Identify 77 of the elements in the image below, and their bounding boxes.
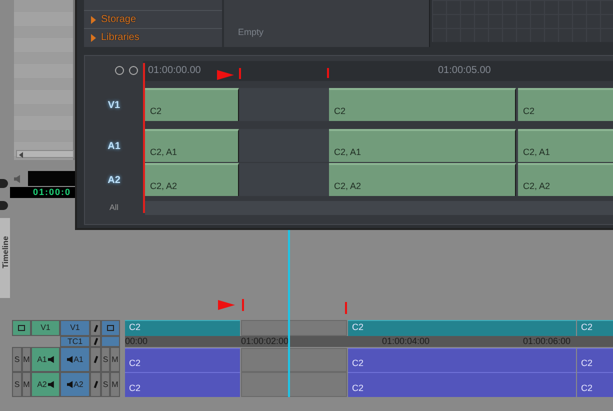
timeline-clip[interactable]: C2	[125, 320, 240, 336]
record-track-label: A2	[74, 378, 84, 390]
speaker-icon	[66, 356, 73, 363]
browser-item-label: Libraries	[101, 31, 140, 45]
marker-line	[242, 299, 244, 311]
browser-item[interactable]: Storage	[84, 10, 222, 28]
timeline-clip[interactable]: C2	[577, 348, 613, 372]
timeline-clip[interactable]: C2	[125, 348, 240, 372]
timeline-clip[interactable]: C2, A1	[145, 129, 239, 162]
empty-label: Empty	[238, 26, 264, 39]
monitor-toggle-button[interactable]	[12, 320, 31, 336]
scroll-bar[interactable]	[16, 150, 74, 158]
speaker-icon	[66, 381, 73, 388]
source-track-button[interactable]: V1	[31, 320, 60, 336]
track-label[interactable]: A1	[85, 139, 143, 154]
solo-button[interactable]: S	[101, 372, 110, 397]
timeline-clip[interactable]: C2, A2	[518, 163, 613, 196]
ruler-timecode: 01:00:06:00	[523, 336, 571, 347]
timeline-clip[interactable]: C2	[145, 88, 239, 121]
source-track-label: A2	[37, 378, 47, 390]
scroll-left-icon[interactable]	[19, 152, 23, 158]
monitor-icon	[107, 325, 114, 331]
timeline-clip[interactable]: C2	[348, 372, 576, 397]
monitor-toggle-button[interactable]	[101, 320, 120, 336]
monitor-field	[28, 171, 75, 186]
timeline-clip[interactable]: C2	[577, 372, 613, 397]
pen-icon	[93, 380, 98, 388]
solo-button[interactable]: S	[12, 372, 22, 397]
edit-lock-button[interactable]	[90, 347, 101, 372]
edit-lock-button[interactable]	[90, 372, 101, 397]
record-track-button[interactable]: V1	[60, 320, 90, 336]
timecode-display: 01:00:0	[10, 187, 75, 198]
timeline-clip[interactable]: C2, A2	[329, 163, 516, 196]
mute-button[interactable]: M	[110, 347, 120, 372]
record-track-button[interactable]: A2	[60, 372, 90, 397]
record-track-label: A1	[74, 354, 84, 366]
track-label[interactable]: A2	[85, 173, 143, 188]
ruler-timecode: 01:00:05.00	[438, 64, 491, 78]
mute-button[interactable]: M	[22, 372, 31, 397]
timeline-clip[interactable]: C2	[518, 88, 613, 121]
solo-button[interactable]: S	[12, 347, 22, 372]
speaker-icon	[48, 381, 54, 388]
source-track-label: A1	[37, 354, 47, 366]
source-track-button[interactable]: A1	[31, 347, 60, 372]
timeline-clip[interactable]: C2	[348, 348, 576, 372]
timeline-clip[interactable]: C2	[577, 320, 613, 336]
side-tab[interactable]	[0, 218, 10, 298]
pen-icon	[93, 356, 98, 364]
side-tab-label: Timeline	[0, 236, 11, 268]
timeline-clip[interactable]: C2, A1	[329, 129, 516, 162]
ruler-timecode: 01:00:02:00	[241, 336, 289, 347]
edit-lock-button[interactable]	[90, 336, 101, 347]
track-label[interactable]: V1	[85, 98, 143, 113]
timeline-clip[interactable]: C2	[329, 88, 516, 121]
mute-button[interactable]: M	[22, 347, 31, 372]
solo-button[interactable]: S	[101, 347, 110, 372]
edit-lock-button[interactable]	[90, 320, 101, 336]
timeline-clip[interactable]: C2, A1	[518, 129, 613, 162]
ruler-timecode: 01:00:00.00	[148, 64, 201, 78]
disclosure-triangle-icon[interactable]	[91, 16, 96, 24]
disclosure-triangle-icon[interactable]	[91, 34, 96, 42]
marker-line	[345, 302, 347, 314]
record-track-button[interactable]: TC1	[60, 336, 90, 347]
timeline-clip[interactable]: C2, A2	[145, 163, 239, 196]
speaker-icon	[48, 356, 54, 363]
round-button-icon[interactable]	[0, 179, 8, 188]
timeline-clip[interactable]: C2	[348, 320, 576, 336]
ruler-timecode: 00:00	[125, 336, 148, 347]
ruler-timecode: 01:00:04:00	[382, 336, 430, 347]
browser-item[interactable]: Libraries	[84, 28, 222, 46]
browser-item-label: Storage	[101, 13, 136, 27]
record-track-button[interactable]: A1	[60, 347, 90, 372]
mute-button[interactable]: M	[110, 372, 120, 397]
track-label[interactable]: All	[85, 202, 143, 214]
timeline-clip[interactable]: C2	[125, 372, 240, 397]
source-track-button[interactable]: A2	[31, 372, 60, 397]
monitor-icon	[18, 325, 25, 331]
